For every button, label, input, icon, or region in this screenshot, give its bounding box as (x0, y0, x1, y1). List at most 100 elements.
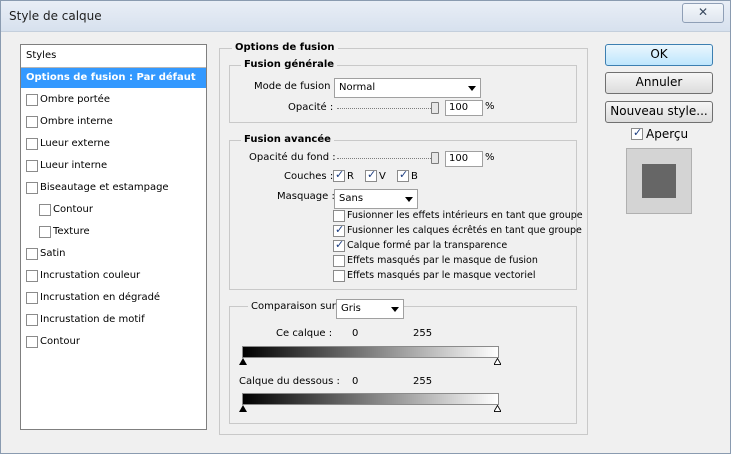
style-checkbox[interactable] (26, 138, 38, 150)
opacity-slider-thumb[interactable] (431, 102, 439, 114)
chevron-down-icon (391, 307, 399, 312)
cancel-button[interactable]: Annuler (605, 72, 713, 94)
style-item[interactable]: Ombre portée (21, 90, 206, 110)
style-checkbox[interactable] (26, 116, 38, 128)
advanced-option-label: Calque formé par la transparence (347, 240, 508, 251)
fill-opacity-slider-thumb[interactable] (431, 152, 439, 164)
style-checkbox[interactable] (26, 94, 38, 106)
opacity-value: 100 (449, 102, 469, 113)
blend-if-select[interactable]: Gris (336, 299, 404, 319)
ok-button[interactable]: OK (605, 44, 713, 66)
fill-opacity-input[interactable]: 100 (445, 151, 483, 167)
chevron-down-icon (468, 86, 476, 91)
style-item-label: Ombre portée (40, 94, 110, 105)
blend-if-label: Comparaison sur : (248, 301, 346, 312)
style-item-label: Texture (53, 226, 90, 237)
layer-style-dialog: Style de calque ✕ Styles Options de fusi… (0, 0, 731, 454)
opacity-unit: % (485, 101, 495, 112)
preview-checkbox[interactable] (631, 126, 643, 140)
style-item[interactable]: Satin (21, 244, 206, 264)
underlying-black-handle[interactable] (239, 405, 247, 412)
this-layer-label: Ce calque : (276, 328, 333, 339)
channel-checkbox[interactable] (365, 168, 377, 182)
this-layer-max: 255 (413, 328, 433, 339)
fill-opacity-unit: % (485, 152, 495, 163)
style-item-label: Lueur externe (40, 138, 110, 149)
styles-list: Styles Options de fusion : Par défaut Om… (20, 44, 207, 430)
this-layer-min: 0 (352, 328, 359, 339)
underlying-layer-min: 0 (352, 376, 359, 387)
blend-if-group (229, 306, 577, 424)
this-layer-gradient (242, 346, 499, 358)
channel-label: B (411, 171, 418, 182)
style-checkbox[interactable] (26, 314, 38, 326)
advanced-option-label: Fusionner les effets intérieurs en tant … (347, 210, 583, 221)
style-checkbox[interactable] (26, 182, 38, 194)
title-bar: Style de calque ✕ (1, 1, 730, 32)
style-item-blending-options[interactable]: Options de fusion : Par défaut (21, 68, 206, 88)
knockout-select[interactable]: Sans (334, 189, 418, 209)
underlying-layer-max: 255 (413, 376, 433, 387)
style-checkbox[interactable] (26, 292, 38, 304)
this-layer-black-handle[interactable] (239, 358, 247, 365)
style-item[interactable]: Ombre interne (21, 112, 206, 132)
opacity-slider-track[interactable] (337, 108, 439, 109)
underlying-layer-label: Calque du dessous : (239, 376, 340, 387)
style-item[interactable]: Incrustation en dégradé (21, 288, 206, 308)
preview-square (642, 164, 676, 198)
close-icon: ✕ (697, 5, 709, 19)
style-item-label: Incrustation en dégradé (40, 292, 161, 303)
preview-label: Aperçu (646, 127, 689, 141)
underlying-white-handle[interactable] (494, 405, 501, 412)
knockout-value: Sans (339, 193, 364, 204)
advanced-option-checkbox[interactable] (333, 238, 345, 252)
style-checkbox[interactable] (26, 270, 38, 282)
style-item-label: Lueur interne (40, 160, 108, 171)
close-button[interactable]: ✕ (682, 3, 724, 23)
style-item[interactable]: Contour (21, 200, 206, 220)
styles-header-label: Styles (26, 50, 57, 61)
style-item-label: Options de fusion : Par défaut (26, 72, 196, 83)
advanced-option-label: Fusionner les calques écrêtés en tant qu… (347, 225, 582, 236)
blend-if-value: Gris (341, 303, 361, 314)
advanced-option-label: Effets masqués par le masque de fusion (347, 255, 538, 266)
style-checkbox[interactable] (39, 204, 51, 216)
channel-checkbox[interactable] (333, 168, 345, 182)
style-item[interactable]: Lueur externe (21, 134, 206, 154)
advanced-option-checkbox[interactable] (333, 210, 345, 222)
blend-mode-select[interactable]: Normal (334, 78, 481, 98)
general-blending-title: Fusion générale (241, 59, 338, 70)
chevron-down-icon (405, 197, 413, 202)
style-item[interactable]: Contour (21, 332, 206, 352)
this-layer-white-handle[interactable] (494, 358, 501, 365)
style-item[interactable]: Incrustation couleur (21, 266, 206, 286)
advanced-option-checkbox[interactable] (333, 270, 345, 282)
style-item-label: Biseautage et estampage (40, 182, 169, 193)
style-checkbox[interactable] (26, 336, 38, 348)
style-item[interactable]: Incrustation de motif (21, 310, 206, 330)
new-style-button[interactable]: Nouveau style... (605, 101, 713, 123)
style-checkbox[interactable] (39, 226, 51, 238)
fill-opacity-slider-track[interactable] (337, 158, 439, 159)
style-checkbox[interactable] (26, 160, 38, 172)
style-item-label: Contour (40, 336, 80, 347)
style-item[interactable]: Biseautage et estampage (21, 178, 206, 198)
style-item[interactable]: Texture (21, 222, 206, 242)
fill-opacity-value: 100 (449, 153, 469, 164)
blend-mode-value: Normal (339, 82, 376, 93)
preview-swatch (626, 148, 692, 214)
style-item[interactable]: Lueur interne (21, 156, 206, 176)
opacity-input[interactable]: 100 (445, 100, 483, 116)
advanced-option-checkbox[interactable] (333, 255, 345, 267)
style-item-label: Satin (40, 248, 66, 259)
styles-header[interactable]: Styles (21, 45, 206, 68)
fill-opacity-label: Opacité du fond : (249, 152, 336, 163)
channels-label: Couches : (284, 171, 334, 182)
advanced-blending-title: Fusion avancée (241, 134, 334, 145)
blending-options-title: Options de fusion (232, 42, 338, 53)
opacity-label: Opacité : (288, 102, 334, 113)
style-checkbox[interactable] (26, 248, 38, 260)
advanced-option-checkbox[interactable] (333, 223, 345, 237)
style-item-label: Incrustation couleur (40, 270, 141, 281)
channel-checkbox[interactable] (397, 168, 409, 182)
